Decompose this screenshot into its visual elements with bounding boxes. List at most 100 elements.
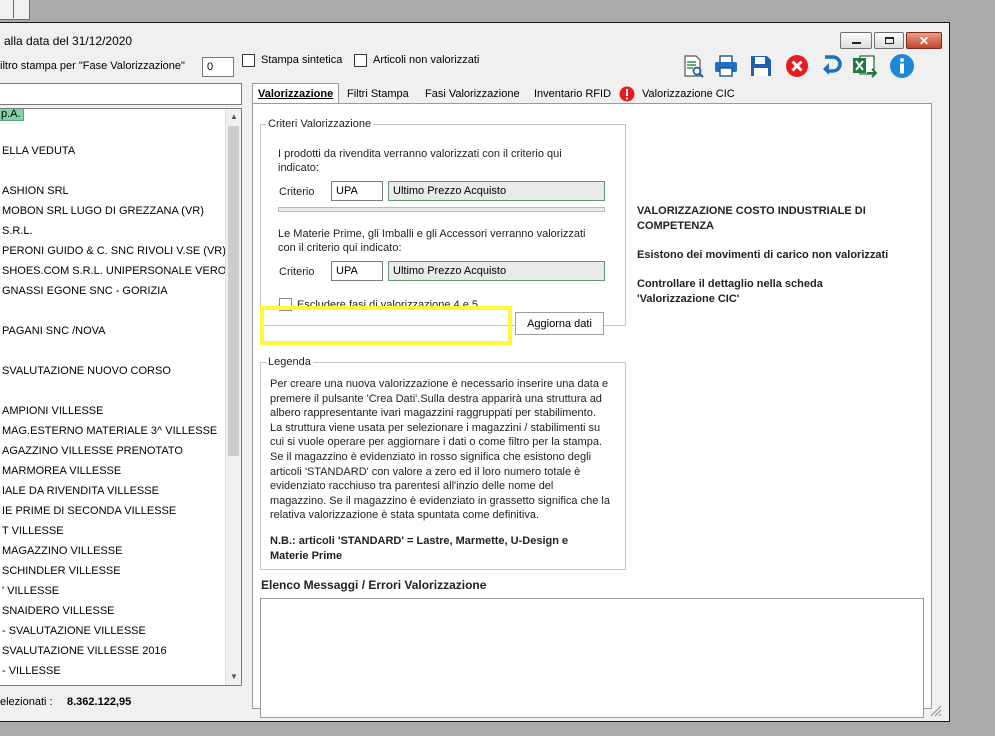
tree-item[interactable]: - VILLESSE — [2, 665, 61, 677]
excel-export-button[interactable] — [852, 53, 878, 79]
excel-export-icon — [853, 55, 878, 78]
save-button[interactable] — [748, 53, 774, 79]
messages-title: Elenco Messaggi / Errori Valorizzazione — [261, 578, 487, 592]
valorizzazione-panel: Criteri Valorizzazione I prodotti da riv… — [252, 103, 932, 718]
print-button[interactable] — [713, 53, 739, 79]
tree-item[interactable]: PERONI GUIDO & C. SNC RIVOLI V.SE (VR) — [2, 245, 226, 257]
minimize-button[interactable] — [840, 32, 872, 49]
preview-button[interactable] — [680, 53, 706, 79]
tree-item[interactable]: GNASSI EGONE SNC - GORIZIA — [2, 285, 168, 297]
tree-item[interactable]: IALE DA RIVENDITA VILLESSE — [2, 485, 159, 497]
undo-icon — [823, 55, 842, 75]
tree-item[interactable]: AGAZZINO VILLESSE PRENOTATO — [2, 445, 183, 457]
tree-item[interactable]: PAGANI SNC /NOVA — [2, 325, 106, 337]
nb-line-1: N.B.: articoli 'STANDARD' = Lastre, Marm… — [270, 535, 569, 547]
legenda-line: Se il magazzino è evidenziato in rosso s… — [270, 451, 592, 463]
tab-valorizzazione-cic[interactable]: Valorizzazione CIC — [637, 84, 740, 104]
highlight-frame — [260, 306, 512, 345]
legenda-group-title: Legenda — [266, 356, 313, 368]
legenda-line: cui si vuole operare per aggiornare i da… — [270, 436, 603, 449]
tab-filtri-stampa[interactable]: Filtri Stampa — [342, 84, 414, 104]
legenda-line: albero rappresentante ivari magazzini ra… — [270, 407, 596, 420]
tab-fasi-valorizzazione[interactable]: Fasi Valorizzazione — [420, 84, 525, 104]
undo-button[interactable] — [818, 53, 844, 79]
tree-item[interactable]: SNAIDERO VILLESSE — [2, 605, 115, 617]
aggiorna-dati-button[interactable]: Aggiorna dati — [515, 312, 604, 335]
stampa-sintetica-checkbox[interactable] — [242, 54, 255, 67]
rivendita-text-2: indicato: — [278, 162, 319, 174]
legenda-line: La struttura viene usata per selezionare… — [270, 421, 601, 434]
criterio-2-code-input[interactable]: UPA — [331, 261, 383, 281]
tree-search-input[interactable] — [0, 83, 242, 105]
criterio-2-description: Ultimo Prezzo Acquisto — [388, 261, 605, 281]
scroll-down-arrow-icon[interactable]: ▼ — [226, 669, 241, 685]
tree-item[interactable]: AMPIONI VILLESSE — [2, 405, 103, 417]
criteri-group-title: Criteri Valorizzazione — [266, 118, 374, 130]
close-icon: ✕ — [918, 33, 930, 48]
selected-total-label: elezionati : — [0, 696, 53, 708]
legenda-line: evidenziato racchiuso tra parentesi all'… — [270, 480, 554, 493]
legenda-line: magazzino. Se il magazzino è evidenziato… — [270, 494, 610, 507]
legenda-line: relativa valorizzazione è stata spuntata… — [270, 509, 540, 522]
legenda-line: articoli 'STANDARD' con valore a zero ed… — [270, 465, 581, 478]
minimize-icon — [851, 42, 861, 44]
preview-icon — [684, 55, 704, 78]
tab-valorizzazione[interactable]: Valorizzazione — [252, 83, 340, 105]
cic-info-line-4: Controllare il dettaglio nella scheda — [637, 278, 823, 290]
criteri-group: Criteri Valorizzazione I prodotti da riv… — [260, 118, 626, 326]
background-window-fragment — [0, 0, 30, 20]
tree-item[interactable]: ELLA VEDUTA — [2, 145, 75, 157]
save-icon — [751, 56, 771, 76]
tree-item[interactable]: MAGAZZINO VILLESSE — [2, 545, 122, 557]
valorizzazione-window: alla data del 31/12/2020 ✕ iltro stampa … — [0, 22, 950, 722]
articoli-non-valorizzati-label: Articoli non valorizzati — [373, 54, 480, 66]
scroll-up-arrow-icon[interactable]: ▲ — [226, 109, 241, 125]
cic-info-line-5: 'Valorizzazione CIC' — [637, 293, 740, 305]
tree-item[interactable]: SVALUTAZIONE NUOVO CORSO — [2, 365, 171, 377]
window-title: alla data del 31/12/2020 — [4, 34, 133, 48]
cancel-button[interactable] — [784, 53, 810, 79]
criterio-2-label: Criterio — [279, 266, 315, 278]
tree-item[interactable]: S.R.L. — [2, 225, 33, 237]
tree-item[interactable]: SCHINDLER VILLESSE — [2, 565, 121, 577]
cic-info-line-3: Esistono dei movimenti di carico non val… — [637, 249, 889, 261]
selected-total-value: 8.362.122,95 — [67, 696, 132, 708]
info-button[interactable] — [889, 53, 915, 79]
cic-info-line-2: COMPETENZA — [637, 220, 714, 232]
tree-item[interactable]: T VILLESSE — [2, 525, 64, 537]
criterio-1-description: Ultimo Prezzo Acquisto — [388, 181, 605, 201]
resize-grip-icon[interactable] — [928, 703, 942, 717]
restore-button[interactable] — [874, 32, 904, 49]
materie-text-2: con il criterio qui indicato: — [278, 242, 402, 254]
tree-item[interactable]: MARMOREA VILLESSE — [2, 465, 121, 477]
close-button[interactable]: ✕ — [906, 32, 942, 49]
fase-filter-input[interactable]: 0 — [202, 57, 234, 77]
tree-item[interactable]: ' VILLESSE — [2, 585, 59, 597]
tree-scrollbar[interactable]: ▲ ▼ — [225, 109, 241, 685]
cic-info-line-1: VALORIZZAZIONE COSTO INDUSTRIALE DI — [637, 205, 866, 217]
print-icon — [715, 55, 737, 77]
tree-item[interactable]: MAG.ESTERNO MATERIALE 3^ VILLESSE — [2, 425, 217, 437]
scrollbar-thumb[interactable] — [228, 126, 239, 456]
criteri-separator — [278, 207, 605, 212]
articoli-non-valorizzati-checkbox[interactable] — [354, 54, 367, 67]
tree-item[interactable]: IE PRIME DI SECONDA VILLESSE — [2, 505, 176, 517]
tree-item[interactable]: SHOES.COM S.R.L. UNIPERSONALE VERO — [2, 265, 226, 277]
legenda-line: premere il pulsante 'Crea Dati'.Sulla de… — [270, 392, 602, 405]
stampa-sintetica-label: Stampa sintetica — [261, 54, 343, 66]
tab-inventario-rfid[interactable]: Inventario RFID — [529, 84, 616, 104]
rivendita-text-1: I prodotti da rivendita verranno valoriz… — [278, 148, 562, 160]
title-bar: alla data del 31/12/2020 ✕ — [0, 23, 949, 53]
warehouse-tree[interactable]: p.A. ELLA VEDUTA ASHION SRL MOBON SRL LUGO … — [0, 108, 242, 686]
tree-item[interactable]: SVALUTAZIONE VILLESSE 2016 — [2, 645, 167, 657]
messages-list[interactable] — [260, 598, 924, 718]
nb-line-2: Materie Prime — [270, 550, 343, 562]
criterio-1-code-input[interactable]: UPA — [331, 181, 383, 201]
tree-item[interactable]: - SVALUTAZIONE VILLESSE — [2, 625, 146, 637]
legenda-line: Per creare una nuova valorizzazione è ne… — [270, 378, 609, 390]
cancel-icon — [786, 55, 808, 77]
tree-item[interactable]: ASHION SRL — [2, 185, 69, 197]
tree-item[interactable]: p.A. — [0, 109, 24, 121]
tree-item[interactable]: MOBON SRL LUGO DI GREZZANA (VR) — [2, 205, 204, 217]
legenda-group: Legenda Per creare una nuova valorizzazi… — [260, 356, 626, 570]
